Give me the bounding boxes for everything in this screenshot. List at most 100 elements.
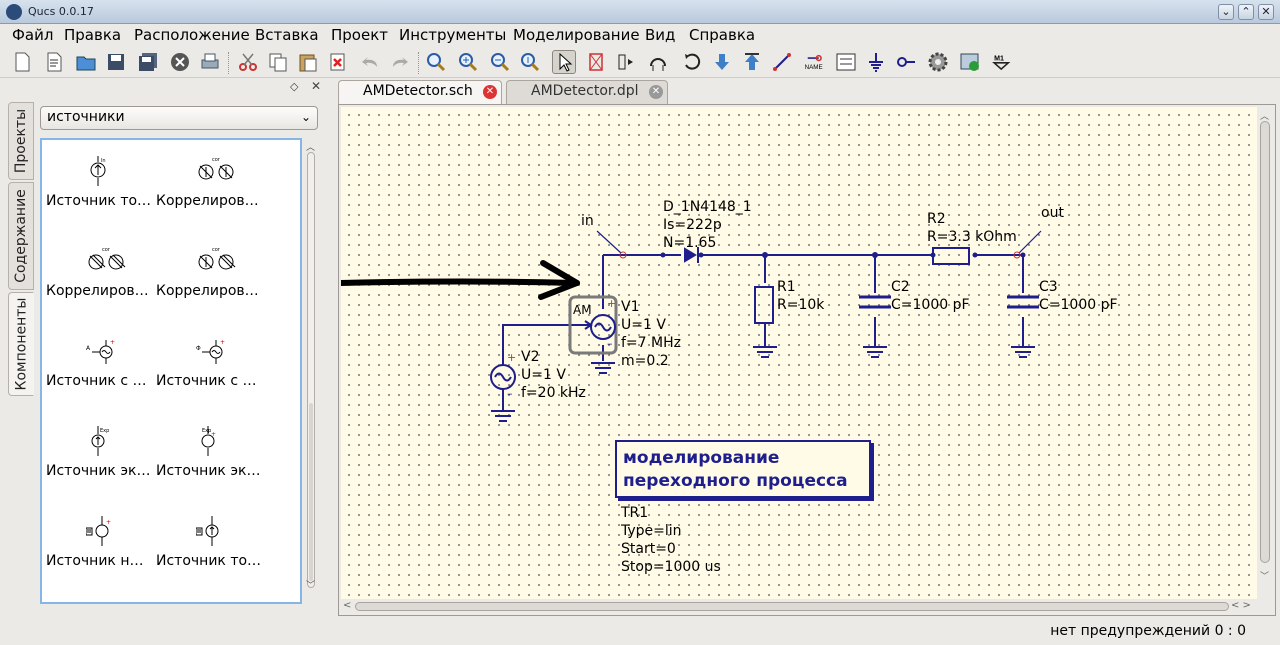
rotate-label-icon[interactable] [646,50,670,74]
menu-insert[interactable]: Вставка [255,26,319,44]
dock-float-icon[interactable]: ◇ [290,80,298,93]
save-all-icon[interactable] [136,50,160,74]
svg-text:–: – [507,387,513,400]
marker-icon[interactable]: M1 [988,50,1016,74]
exp-voltage-source-icon: Exp + [201,426,216,456]
dock-close-icon[interactable]: ✕ [311,79,321,93]
minimize-button[interactable]: ⌄ [1218,4,1234,20]
simulate-icon[interactable] [926,50,950,74]
horizontal-scrollbar[interactable]: < < > [341,599,1257,613]
deactivate-icon[interactable] [584,50,608,74]
component-item[interactable]: Exp Источник эк… [44,426,154,496]
v1-name: V1 [621,299,640,315]
close-file-icon[interactable] [168,50,192,74]
scroll-left-icon[interactable]: < [343,600,351,611]
r1-value: R=10k [777,297,825,313]
move-up-icon[interactable] [740,50,764,74]
schematic-area: + – + – in out D_1N4148_1 Is=222p N=1.65… [338,104,1276,616]
svg-text:Φ: Φ [196,345,201,352]
menu-edit[interactable]: Правка [64,26,121,44]
close-tab-icon[interactable]: ✕ [649,85,663,99]
scroll-right-icon[interactable]: < > [1231,600,1251,611]
save-icon[interactable] [104,50,128,74]
component-item[interactable]: cor Коррелиров… [154,156,264,226]
mirror-icon[interactable] [614,50,638,74]
open-icon[interactable] [74,50,98,74]
zoom-1-icon[interactable] [518,50,542,74]
component-item[interactable]: Φ + Источник с … [154,336,264,406]
status-text: нет предупреждений 0 : 0 [1050,623,1246,639]
schematic-drawing: + – + – [341,230,1042,422]
scroll-thumb[interactable] [355,602,1229,611]
svg-text:–: – [607,337,613,350]
component-item[interactable]: Источник то… [154,516,264,586]
vertical-scrollbar[interactable]: ︿ ﹀ [1257,107,1273,599]
schematic-canvas[interactable]: + – + – in out D_1N4148_1 Is=222p N=1.65… [341,107,1257,599]
wire-icon[interactable] [770,50,794,74]
c2-name: C2 [891,279,910,295]
sim-type: Type=lin [621,523,682,539]
component-list: ln Источник то… cor Коррелиров… cor Корр… [40,138,302,604]
scroll-down-icon[interactable]: ﹀ [306,578,315,591]
select-icon[interactable] [552,50,576,74]
name-icon[interactable]: NAME [800,50,828,74]
zoom-out-icon[interactable] [488,50,512,74]
svg-text:A: A [86,345,91,352]
zoom-in-icon[interactable] [456,50,480,74]
sim-title-line2: переходного процесса [623,471,848,491]
ground-icon[interactable] [864,50,888,74]
port-icon[interactable] [894,50,918,74]
resistor-r1 [754,286,774,324]
close-tab-icon[interactable]: ✕ [483,85,497,99]
tab-amdetector-dpl[interactable]: AMDetector.dpl ✕ [506,80,668,104]
move-down-icon[interactable] [710,50,734,74]
component-item[interactable]: Exp + Источник эк… [154,426,264,496]
paste-icon[interactable] [296,50,320,74]
close-window-button[interactable]: ✕ [1258,4,1274,20]
menu-tools[interactable]: Инструменты [399,26,506,44]
scroll-thumb[interactable] [1260,121,1270,563]
component-item[interactable]: + Источник н… [44,516,154,586]
component-item[interactable]: cor Коррелиров… [44,246,154,316]
rotate-icon[interactable] [680,50,704,74]
menu-positioning[interactable]: Расположение [134,26,250,44]
maximize-button[interactable]: ⌃ [1238,4,1254,20]
tab-contents[interactable]: Содержание [8,182,34,290]
tab-components[interactable]: Компоненты [8,292,34,396]
tab-amdetector-sch[interactable]: AMDetector.sch ✕ [338,80,502,104]
component-item[interactable]: cor Коррелиров… [154,246,264,316]
display-icon[interactable] [958,50,982,74]
diode-name: D_1N4148_1 [663,199,752,215]
svg-text:+: + [507,351,516,364]
print-icon[interactable] [198,50,222,74]
sim-name: TR1 [621,505,649,521]
tab-projects[interactable]: Проекты [8,102,34,180]
equation-icon[interactable] [834,50,858,74]
new-file-icon[interactable] [10,50,34,74]
delete-icon[interactable] [326,50,350,74]
component-item[interactable]: ln Источник то… [44,156,154,226]
menu-view[interactable]: Вид [645,26,675,44]
menu-file[interactable]: Файл [12,26,53,44]
cut-icon[interactable] [236,50,260,74]
undo-icon[interactable] [358,50,382,74]
svg-text:ln: ln [101,158,106,164]
zoom-fit-icon[interactable] [424,50,448,74]
scroll-thumb[interactable] [309,403,313,581]
component-item[interactable]: A + Источник с … [44,336,154,406]
annotation-arrow [341,278,580,287]
copy-icon[interactable] [266,50,290,74]
menu-help[interactable]: Справка [689,26,755,44]
new-text-icon[interactable] [42,50,66,74]
menu-simulation[interactable]: Моделирование [513,26,640,44]
category-select[interactable]: источники ⌄ [40,106,318,130]
r2-name: R2 [927,211,946,227]
redo-icon[interactable] [388,50,412,74]
svg-text:M1: M1 [994,55,1004,62]
ground-symbols [491,346,1035,422]
menu-project[interactable]: Проект [331,26,388,44]
scroll-down-icon[interactable]: ﹀ [1260,569,1269,582]
transient-sim-block[interactable]: моделирование переходного процесса [615,440,871,498]
ac-source-v2 [490,364,516,390]
component-scrollbar[interactable]: ︿ ﹀ [304,138,318,604]
